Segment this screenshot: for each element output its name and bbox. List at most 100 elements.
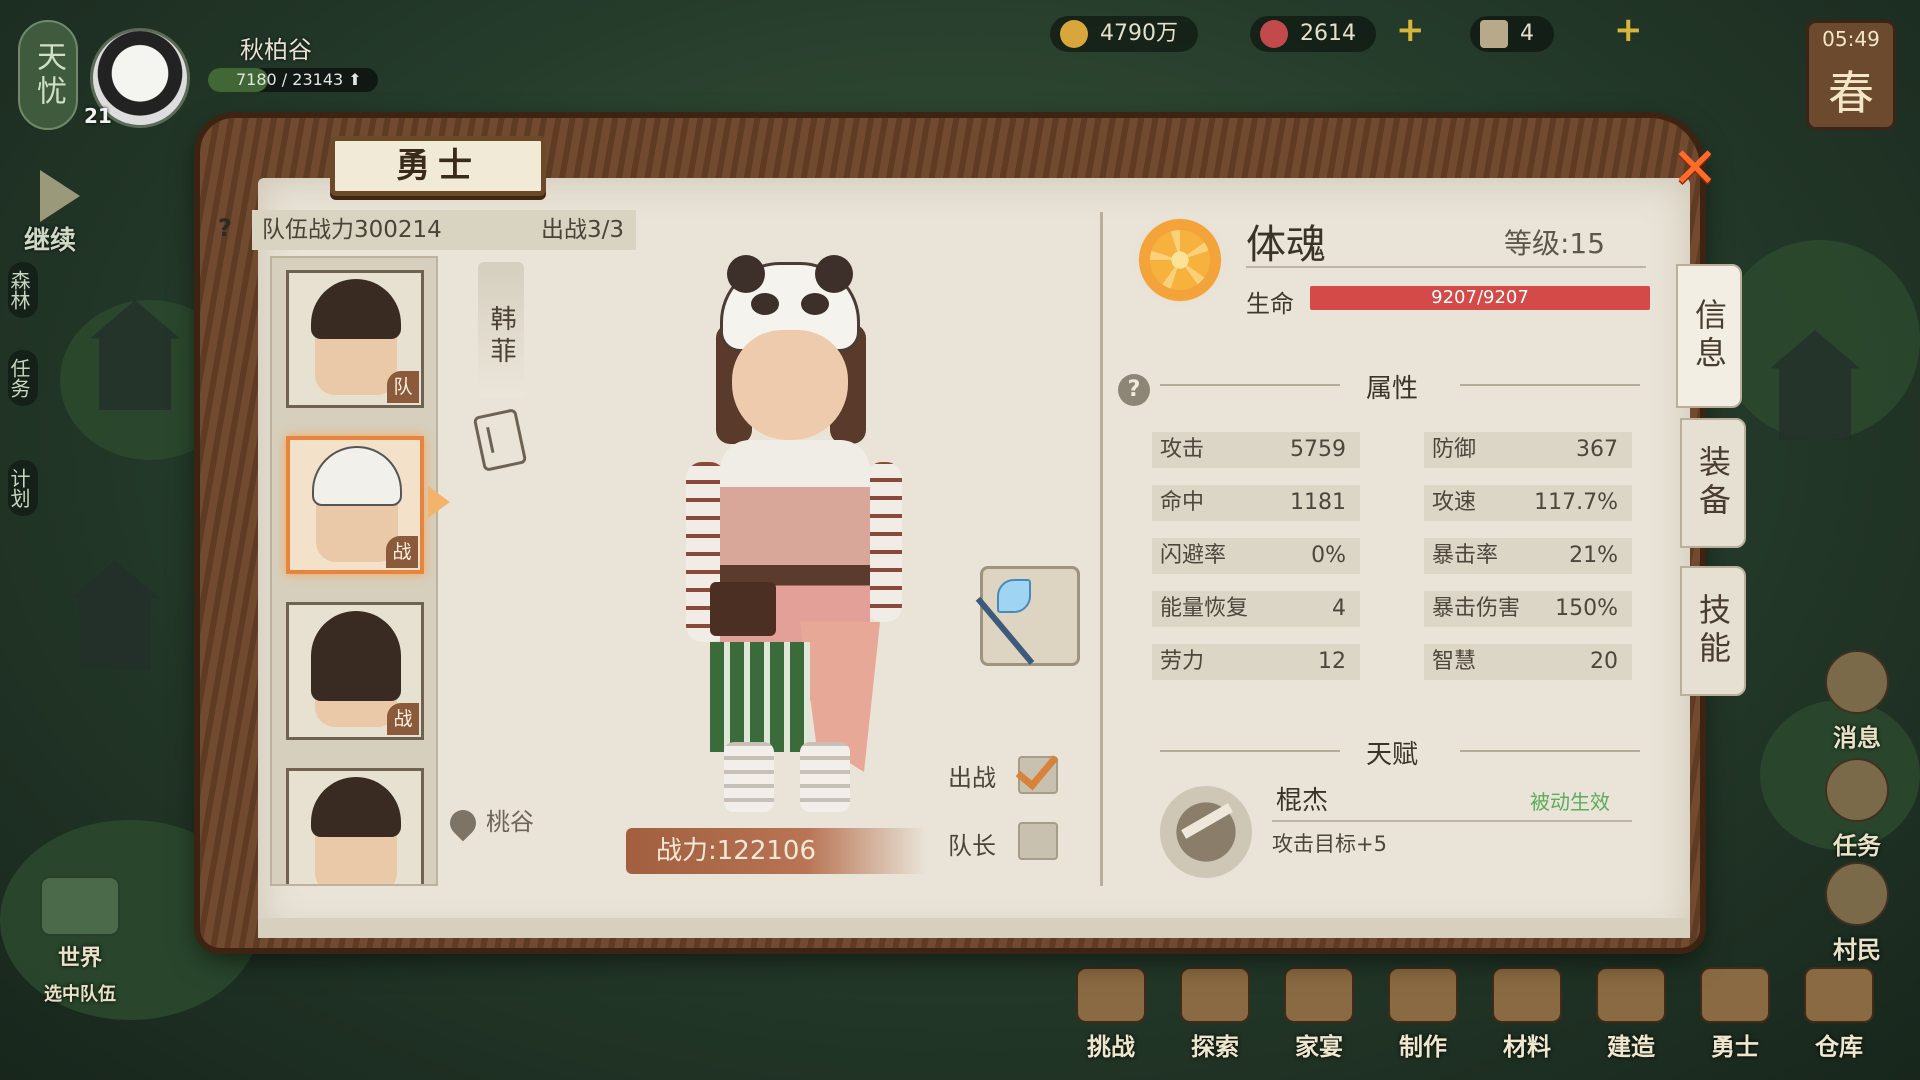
battle-tag: 战 — [387, 703, 419, 735]
talent-title: 天赋 — [1365, 740, 1418, 770]
message-label: 消息 — [1833, 724, 1881, 752]
challenge-icon — [1076, 967, 1146, 1023]
roster-slot-2-selected[interactable]: 战 — [286, 436, 424, 574]
bottom-menu-warehouse[interactable]: 仓库 — [1794, 967, 1884, 1062]
stat-value: 0% — [1311, 543, 1346, 568]
stat-name: 劳力 — [1160, 649, 1205, 674]
attributes-title: 属性 — [1365, 374, 1418, 404]
bottom-menu-warrior[interactable]: 勇士 — [1690, 967, 1780, 1062]
hp-bar: 9207/9207 — [1310, 286, 1650, 310]
talent-line-right — [1460, 750, 1640, 752]
tab-equipment[interactable]: 装备 — [1680, 418, 1746, 548]
world-label: 世界 — [57, 946, 102, 971]
location: 桃谷 — [444, 802, 534, 842]
materials-icon — [1492, 967, 1562, 1023]
world-button[interactable]: 世界 — [30, 876, 130, 972]
challenge-label: 挑战 — [1087, 1033, 1135, 1061]
build-icon — [1596, 967, 1666, 1023]
add-ticket-button[interactable]: + — [1614, 10, 1643, 50]
bell-icon — [1825, 650, 1889, 714]
craft-icon — [1388, 967, 1458, 1023]
stat-name: 智慧 — [1432, 649, 1477, 674]
roster-slot-4[interactable] — [286, 768, 424, 884]
selected-team-label: 选中队伍 — [44, 984, 116, 1005]
difficulty-badge[interactable]: 天忧 — [18, 20, 78, 130]
title-divider — [1246, 266, 1646, 268]
stat-name: 防御 — [1432, 437, 1477, 462]
flower-value: 2614 — [1300, 21, 1356, 46]
location-text: 桃谷 — [486, 808, 534, 836]
stat-value: 150% — [1555, 596, 1618, 621]
soul-flower-icon — [1132, 212, 1228, 308]
stat-name: 攻击 — [1160, 437, 1205, 462]
bottom-menu-materials[interactable]: 材料 — [1482, 967, 1572, 1062]
stat-value: 5759 — [1290, 437, 1346, 462]
team-power: 队伍战力300214 — [262, 217, 442, 243]
character-name[interactable]: 韩菲 — [478, 262, 524, 398]
bottom-menu-explore[interactable]: 探索 — [1170, 967, 1260, 1062]
captain-checkbox[interactable] — [1018, 822, 1058, 860]
villager-button[interactable]: 村民 — [1812, 862, 1902, 965]
stat-value: 21% — [1569, 543, 1618, 568]
stat-row: 能量恢复 4 — [1152, 591, 1360, 627]
coin-counter: 4790万 — [1050, 16, 1198, 52]
stat-name: 命中 — [1160, 490, 1205, 515]
stat-row: 智慧 20 — [1424, 644, 1632, 680]
bottom-menu-feast[interactable]: 家宴 — [1274, 967, 1364, 1062]
side-plan-button[interactable]: 计划 — [7, 460, 38, 516]
talent-name: 棍杰 — [1276, 786, 1329, 816]
side-task-button[interactable]: 任务 — [7, 350, 38, 406]
scroll-icon — [1825, 758, 1889, 822]
soul-name: 体魂 — [1246, 222, 1326, 268]
hp-text: 9207/9207 — [1431, 287, 1529, 308]
panel-divider — [1100, 212, 1103, 886]
portrait-hair — [311, 777, 401, 837]
roster-slot-1[interactable]: 队 — [286, 270, 424, 408]
captain-label: 队长 — [948, 832, 996, 860]
talent-description: 攻击目标+5 — [1272, 832, 1387, 856]
explore-label: 探索 — [1191, 1033, 1239, 1061]
continue-label[interactable]: 继续 — [24, 220, 76, 257]
team-help-icon[interactable]: ? — [218, 214, 232, 242]
tab-skills[interactable]: 技能 — [1680, 566, 1746, 696]
stat-row: 暴击率 21% — [1424, 538, 1632, 574]
talent-staff-icon[interactable] — [1160, 786, 1252, 878]
panel-footer — [258, 918, 1690, 938]
portrait-hair — [311, 279, 401, 339]
deploy-checkbox[interactable] — [1015, 745, 1059, 794]
selection-arrow-icon — [428, 486, 450, 518]
tab-info[interactable]: 信息 — [1676, 264, 1742, 408]
talent-line-left — [1160, 750, 1340, 752]
stat-row: 防御 367 — [1424, 432, 1632, 468]
villager-icon — [1825, 862, 1889, 926]
flower-counter: 2614 — [1250, 16, 1376, 52]
quest-label: 任务 — [1833, 832, 1881, 860]
stat-row: 劳力 12 — [1152, 644, 1360, 680]
close-button[interactable]: ✕ — [1668, 141, 1722, 197]
selected-team-button[interactable]: 选中队伍 — [30, 980, 130, 1006]
continue-play-icon[interactable] — [40, 170, 80, 222]
weapon-slot[interactable] — [975, 566, 1080, 666]
stat-value: 12 — [1318, 649, 1346, 674]
stat-row: 闪避率 0% — [1152, 538, 1360, 574]
roster-slot-3[interactable]: 战 — [286, 602, 424, 740]
feast-icon — [1284, 967, 1354, 1023]
talent-divider — [1272, 820, 1632, 822]
quest-button[interactable]: 任务 — [1812, 758, 1902, 861]
stat-value: 117.7% — [1534, 490, 1618, 515]
add-flower-button[interactable]: + — [1396, 10, 1425, 50]
warrior-icon — [1700, 967, 1770, 1023]
stat-row: 攻击 5759 — [1152, 432, 1360, 468]
bottom-menu-build[interactable]: 建造 — [1586, 967, 1676, 1062]
warehouse-label: 仓库 — [1815, 1033, 1863, 1061]
crystal-icon — [997, 579, 1031, 613]
stat-value: 20 — [1590, 649, 1618, 674]
materials-label: 材料 — [1503, 1033, 1551, 1061]
bottom-menu-craft[interactable]: 制作 — [1378, 967, 1468, 1062]
attribute-help-icon[interactable]: ? — [1118, 374, 1150, 406]
message-button[interactable]: 消息 — [1812, 650, 1902, 753]
bottom-menu-challenge[interactable]: 挑战 — [1066, 967, 1156, 1062]
roster-list[interactable]: 队 战 战 — [270, 256, 438, 886]
hp-label: 生命 — [1246, 290, 1294, 318]
ticket-icon — [1480, 20, 1508, 48]
